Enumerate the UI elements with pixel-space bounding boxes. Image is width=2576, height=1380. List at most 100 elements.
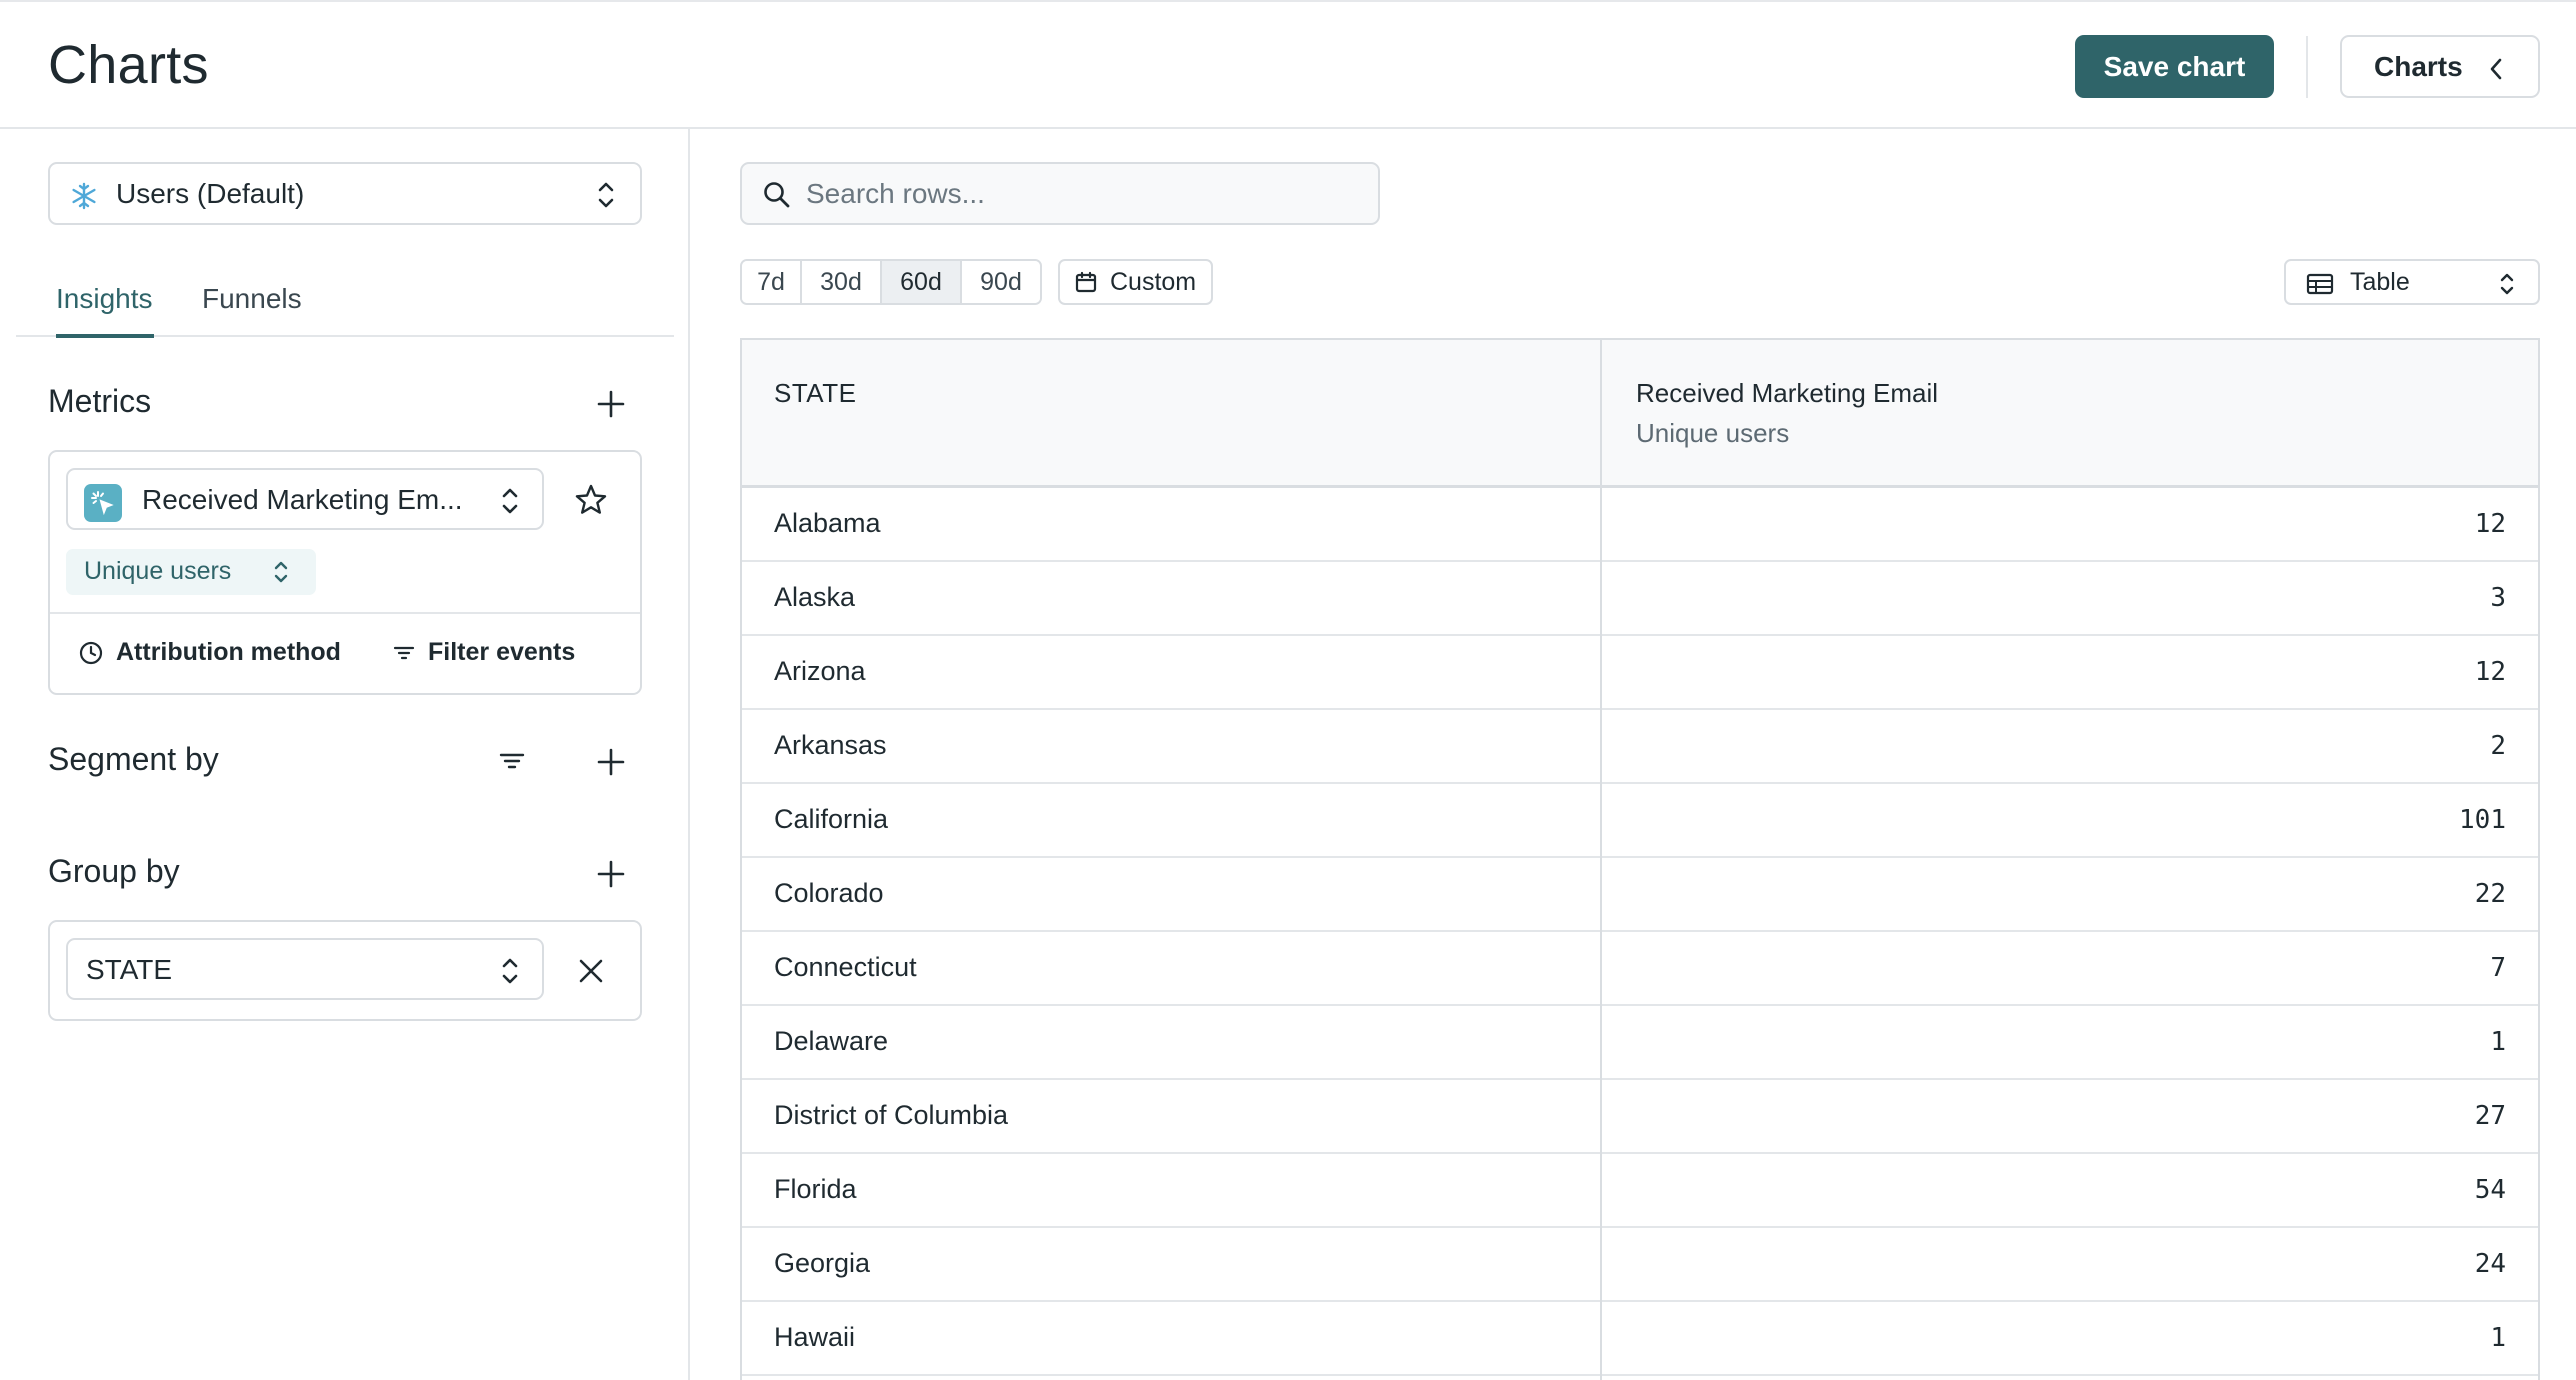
- table-row[interactable]: Arizona 12: [742, 636, 2538, 710]
- search-input[interactable]: [806, 174, 1366, 214]
- chevron-updown-icon: [502, 958, 518, 984]
- row-state-cell: Alabama: [774, 508, 881, 538]
- star-icon[interactable]: [574, 483, 608, 517]
- metric-event-label: Received Marketing Em...: [142, 484, 463, 515]
- cursor-click-icon: [91, 491, 114, 516]
- row-value-cell: 24: [2474, 1249, 2506, 1279]
- group-by-title: Group by: [48, 853, 180, 889]
- row-state-cell: Arkansas: [774, 730, 887, 760]
- row-value-cell: 22: [2474, 879, 2506, 909]
- range-30d-button[interactable]: 30d: [802, 261, 882, 303]
- group-by-value: STATE: [86, 954, 173, 985]
- chevron-left-icon: [2490, 58, 2502, 80]
- table-row[interactable]: Connecticut 7: [742, 932, 2538, 1006]
- header-divider: [2306, 36, 2308, 98]
- page-header: Charts Save chart Charts: [0, 0, 2576, 129]
- row-state-cell: Hawaii: [774, 1322, 856, 1352]
- table-row[interactable]: Alaska 3: [742, 562, 2538, 636]
- filter-events-label: Filter events: [428, 638, 576, 666]
- table-row[interactable]: California 101: [742, 784, 2538, 858]
- event-icon: [84, 484, 122, 522]
- row-value-cell: 7: [2490, 953, 2506, 983]
- tab-funnels[interactable]: Funnels: [202, 283, 302, 315]
- metric-card: Received Marketing Em... Unique users At…: [48, 450, 642, 695]
- remove-group-icon[interactable]: [576, 956, 606, 986]
- page-title: Charts: [48, 35, 209, 95]
- query-sidebar: Users (Default) Insights Funnels Metrics: [0, 129, 690, 1380]
- row-value-cell: 54: [2474, 1175, 2506, 1205]
- row-state-cell: California: [774, 804, 889, 834]
- group-by-select[interactable]: STATE: [66, 938, 544, 1000]
- row-state-cell: Florida: [774, 1174, 857, 1204]
- attribution-method-label: Attribution method: [116, 638, 341, 666]
- row-state-cell: Connecticut: [774, 952, 917, 982]
- row-value-cell: 1: [2490, 1323, 2506, 1353]
- filter-icon: [393, 646, 415, 659]
- table-row[interactable]: District of Columbia 27: [742, 1080, 2538, 1154]
- results-table: STATE Received Marketing Email Unique us…: [740, 338, 2540, 1380]
- table-row[interactable]: Colorado 22: [742, 858, 2538, 932]
- aggregation-select[interactable]: Unique users: [66, 549, 316, 595]
- row-value-cell: 3: [2490, 583, 2506, 613]
- chevron-updown-icon: [502, 488, 518, 514]
- row-state-cell: District of Columbia: [774, 1100, 1009, 1130]
- range-90d-button[interactable]: 90d: [962, 261, 1040, 303]
- save-chart-button[interactable]: Save chart: [2075, 35, 2274, 98]
- table-row[interactable]: Hawaii 1: [742, 1302, 2538, 1376]
- date-range-group: 7d 30d 60d 90d: [740, 259, 1042, 305]
- column-divider: [1600, 340, 1602, 1380]
- column-header-state[interactable]: STATE: [774, 378, 856, 409]
- charts-button-label: Charts: [2374, 50, 2463, 82]
- view-type-label: Table: [2350, 268, 2410, 296]
- custom-range-button[interactable]: Custom: [1058, 259, 1213, 305]
- metrics-title: Metrics: [48, 383, 152, 419]
- metric-card-divider: [50, 612, 640, 614]
- datasource-label: Users (Default): [116, 178, 305, 209]
- table-row[interactable]: Florida 54: [742, 1154, 2538, 1228]
- add-metric-icon[interactable]: [596, 389, 626, 419]
- row-value-cell: 2: [2490, 731, 2506, 761]
- table-header: STATE Received Marketing Email Unique us…: [742, 340, 2538, 488]
- search-rows: [740, 162, 1380, 225]
- row-state-cell: Arizona: [774, 656, 866, 686]
- charts-panel-button[interactable]: Charts: [2340, 35, 2540, 98]
- calendar-icon: [1075, 271, 1097, 293]
- custom-range-label: Custom: [1110, 267, 1197, 296]
- row-value-cell: 12: [2474, 509, 2506, 539]
- row-state-cell: Georgia: [774, 1248, 871, 1278]
- active-tab-indicator: [56, 334, 154, 338]
- group-by-card: STATE: [48, 920, 642, 1021]
- row-value-cell: 12: [2474, 657, 2506, 687]
- add-group-icon[interactable]: [596, 859, 626, 889]
- row-state-cell: Delaware: [774, 1026, 889, 1056]
- aggregation-label: Unique users: [84, 557, 232, 585]
- search-icon: [764, 182, 790, 208]
- attribution-method-button[interactable]: Attribution method: [78, 638, 341, 667]
- column-header-metric[interactable]: Received Marketing Email: [1636, 378, 1938, 409]
- table-row[interactable]: Georgia 24: [742, 1228, 2538, 1302]
- filter-events-button[interactable]: Filter events: [392, 638, 575, 667]
- segment-filter-icon[interactable]: [497, 746, 527, 776]
- view-type-select[interactable]: Table: [2284, 259, 2540, 305]
- table-row[interactable]: Alabama 12: [742, 488, 2538, 562]
- datasource-select[interactable]: Users (Default): [48, 162, 642, 225]
- segment-by-title: Segment by: [48, 741, 219, 777]
- table-icon: [2306, 273, 2334, 295]
- table-row[interactable]: Arkansas 2: [742, 710, 2538, 784]
- row-state-cell: Alaska: [774, 582, 856, 612]
- chevron-updown-icon: [2500, 273, 2514, 295]
- table-row[interactable]: Delaware 1: [742, 1006, 2538, 1080]
- row-state-cell: Colorado: [774, 878, 884, 908]
- table-body: Alabama 12 Alaska 3 Arizona 12 Arkansas 2 Califo…: [742, 488, 2538, 1376]
- metric-event-select[interactable]: Received Marketing Em...: [66, 468, 544, 530]
- add-segment-icon[interactable]: [596, 747, 626, 777]
- row-value-cell: 27: [2474, 1101, 2506, 1131]
- row-value-cell: 101: [2459, 805, 2506, 835]
- tab-insights[interactable]: Insights: [56, 283, 153, 315]
- chevron-updown-icon: [274, 561, 288, 583]
- snowflake-icon: [72, 182, 96, 210]
- range-7d-button[interactable]: 7d: [742, 261, 802, 303]
- chevron-updown-icon: [598, 182, 614, 208]
- row-value-cell: 1: [2490, 1027, 2506, 1057]
- range-60d-button[interactable]: 60d: [882, 261, 962, 303]
